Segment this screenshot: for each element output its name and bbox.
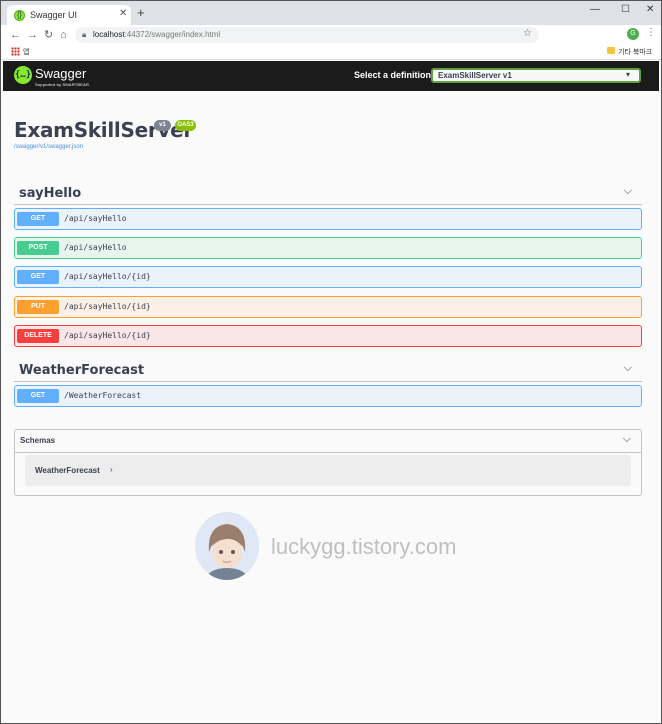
chevron-right-icon: › [110,465,113,474]
divider [15,452,641,453]
operation-row[interactable]: DELETE /api/sayHello/{id} [14,325,642,347]
menu-kebab-icon[interactable]: ⋮ [646,27,656,38]
definition-label: Select a definition [354,70,432,80]
brand-subtitle: Supported by SMARTBEAR [35,82,90,87]
new-tab-button[interactable]: + [137,6,145,19]
brand-name[interactable]: Swagger [35,66,86,81]
url-text: localhost:44372/swagger/index.html [93,30,221,39]
spec-link[interactable]: /swagger/v1/swagger.json [14,144,83,150]
chevron-down-icon[interactable]: ⌵ [623,433,631,446]
browser-window: {} Swagger UI ✕ + — ☐ ✕ ← → ↻ ⌂ 🔒︎ local… [0,0,662,724]
chevron-down-icon[interactable]: ⌵ [624,362,632,375]
operation-row[interactable]: GET /WeatherForecast [14,385,642,407]
chevron-down-icon: ▾ [626,70,631,79]
maximize-button[interactable]: ☐ [621,4,630,15]
watermark-text: luckygg.tistory.com [271,534,457,559]
tag-name: WeatherForecast [19,363,145,378]
model-item[interactable]: WeatherForecast › [25,455,631,486]
operation-row[interactable]: POST /api/sayHello [14,237,642,259]
apps-grid-icon[interactable] [11,47,20,56]
operation-path: /api/sayHello [64,214,127,223]
operation-path: /api/sayHello [64,243,127,252]
oas-badge: OAS3 [175,120,196,131]
swagger-topbar: {…} Swagger Supported by SMARTBEAR Selec… [3,61,659,91]
method-badge: GET [17,212,59,226]
operation-row[interactable]: PUT /api/sayHello/{id} [14,296,642,318]
definition-selected-value: ExamSkillServer v1 [438,71,512,80]
tag-name: sayHello [19,186,82,201]
minimize-button[interactable]: — [590,4,600,15]
reload-icon[interactable]: ↻ [44,28,53,42]
method-badge: PUT [17,300,59,314]
schemas-title[interactable]: Schemas [20,436,55,445]
method-badge: GET [17,270,59,284]
operation-row[interactable]: GET /api/sayHello/{id} [14,266,642,288]
folder-icon [607,47,615,54]
operation-row[interactable]: GET /api/sayHello [14,208,642,230]
watermark-avatar [195,512,259,580]
tab-title: Swagger UI [30,10,78,20]
browser-tab[interactable]: {} Swagger UI ✕ [7,5,131,25]
tag-header-weatherforecast[interactable]: WeatherForecast ⌵ [14,358,642,382]
method-badge: DELETE [17,329,59,343]
version-badge: v1 [154,120,171,131]
model-name: WeatherForecast [35,466,100,475]
profile-avatar[interactable]: G [627,28,639,40]
bookmark-star-icon[interactable]: ☆ [523,28,532,39]
apps-label[interactable]: 앱 [23,47,29,57]
tab-close-icon[interactable]: ✕ [119,8,127,19]
operation-path: /WeatherForecast [64,391,142,400]
swagger-favicon-icon: {} [14,10,25,21]
browser-toolbar: ← → ↻ ⌂ 🔒︎ localhost:44372/swagger/index… [1,25,661,45]
back-arrow-icon[interactable]: ← [10,28,21,42]
chevron-down-icon[interactable]: ⌵ [624,185,632,198]
operation-path: /api/sayHello/{id} [64,331,151,340]
forward-arrow-icon[interactable]: → [27,28,38,42]
definition-select[interactable]: ExamSkillServer v1 ▾ [431,68,641,83]
schemas-section: Schemas ⌵ WeatherForecast › [14,429,642,496]
lock-icon: 🔒︎ [82,30,87,39]
bookmarks-bar: 앱 기타 북마크 [1,45,661,60]
swagger-logo-icon[interactable]: {…} [14,66,32,84]
tab-strip: {} Swagger UI ✕ + — ☐ ✕ [1,1,661,25]
home-icon[interactable]: ⌂ [60,28,67,42]
operation-path: /api/sayHello/{id} [64,302,151,311]
operation-path: /api/sayHello/{id} [64,272,151,281]
method-badge: GET [17,389,59,403]
other-bookmarks[interactable]: 기타 북마크 [618,47,652,57]
close-window-button[interactable]: ✕ [646,4,654,15]
method-badge: POST [17,241,59,255]
tag-header-sayhello[interactable]: sayHello ⌵ [14,181,642,205]
address-bar[interactable]: 🔒︎ localhost:44372/swagger/index.html ☆ [75,27,539,43]
